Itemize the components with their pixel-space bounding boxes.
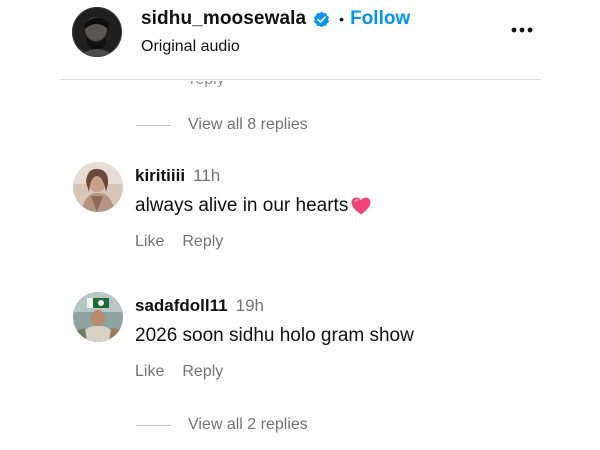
- like-button[interactable]: Like: [135, 363, 164, 381]
- comment-body: kiritiiii 11h always alive in our hearts…: [135, 166, 372, 251]
- comment-text-content: 2026 soon sidhu holo gram show: [135, 325, 414, 346]
- separator-dot: •: [339, 11, 345, 27]
- heart-emoji-icon: [350, 196, 372, 216]
- clipped-text: reply: [190, 81, 225, 87]
- comment-body: sadafdoll11 19h 2026 soon sidhu holo gra…: [135, 296, 414, 381]
- header-divider: [60, 79, 541, 80]
- view-replies-label: View all 8 replies: [188, 116, 308, 133]
- replies-line: [136, 424, 171, 426]
- like-button[interactable]: Like: [135, 233, 164, 251]
- verified-badge-icon: [312, 10, 331, 29]
- commenter-avatar[interactable]: [73, 292, 123, 342]
- comment-timestamp[interactable]: 19h: [236, 296, 264, 316]
- original-audio-link[interactable]: Original audio: [141, 38, 410, 56]
- comment-actions: Like Reply: [135, 363, 414, 381]
- comment-text: 2026 soon sidhu holo gram show: [135, 325, 414, 347]
- follow-button[interactable]: Follow: [350, 8, 410, 30]
- comment-header: kiritiiii 11h: [135, 166, 372, 188]
- more-options-icon[interactable]: [507, 22, 537, 38]
- comment-timestamp[interactable]: 11h: [193, 166, 220, 186]
- view-replies-button[interactable]: View all 8 replies: [136, 116, 308, 134]
- comment-username[interactable]: kiritiiii: [135, 166, 185, 186]
- view-replies-button[interactable]: View all 2 replies: [136, 416, 308, 434]
- header-title-row: sidhu_moosewala • Follow: [141, 6, 410, 32]
- replies-line: [136, 124, 171, 126]
- commenter-avatar[interactable]: [73, 162, 123, 212]
- header-info: sidhu_moosewala • Follow Original audio: [141, 6, 410, 56]
- clipped-comment-remnant: reply: [190, 81, 240, 87]
- post-header: sidhu_moosewala • Follow Original audio: [0, 0, 600, 80]
- comment-actions: Like Reply: [135, 233, 372, 251]
- comment-text-content: always alive in our hearts: [135, 195, 349, 216]
- reply-button[interactable]: Reply: [182, 363, 223, 381]
- comment-text: always alive in our hearts: [135, 195, 372, 217]
- view-replies-label: View all 2 replies: [188, 416, 308, 433]
- comment-header: sadafdoll11 19h: [135, 296, 414, 318]
- reply-button[interactable]: Reply: [182, 233, 223, 251]
- author-username[interactable]: sidhu_moosewala: [141, 8, 306, 30]
- comment-username[interactable]: sadafdoll11: [135, 296, 228, 316]
- author-avatar[interactable]: [72, 7, 122, 57]
